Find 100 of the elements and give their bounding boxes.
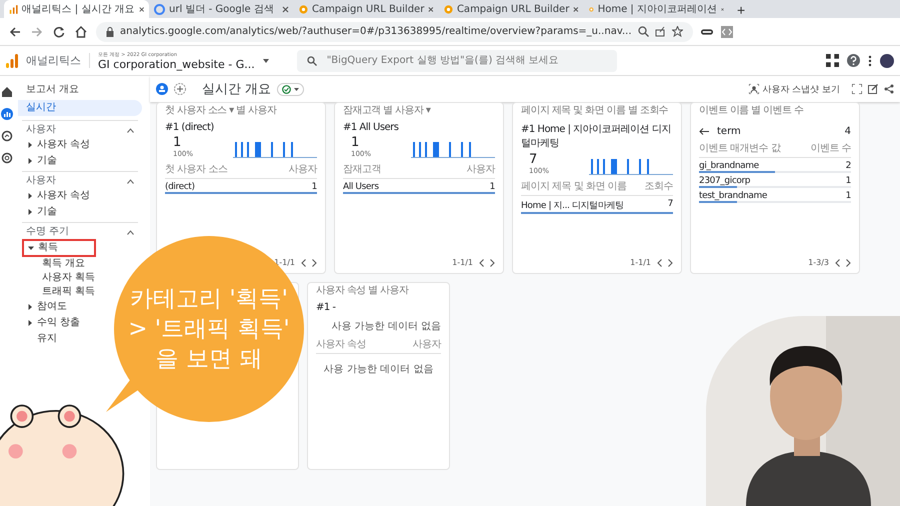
chevron-left-icon[interactable] [835,258,840,266]
triangle-icon [27,304,33,310]
add-icon[interactable] [174,83,186,95]
gauge-icon[interactable] [1,130,13,142]
empty-message: 사용 가능한 데이터 없음 [330,320,441,333]
table-cell: 1 [846,176,851,186]
section-header[interactable]: 수명 주기 [22,225,138,239]
help-icon[interactable] [847,54,860,67]
chevron-right-icon[interactable] [490,258,495,266]
column-header: 사용자 [288,163,317,176]
edit-icon[interactable] [868,84,878,94]
nav-item[interactable]: 수익 창출 [22,315,86,331]
metric-value: 7 [528,152,538,167]
caret-icon[interactable] [262,58,269,62]
table-cell: 1 [846,191,851,201]
metric-value: 1 [350,135,360,150]
close-icon[interactable] [573,6,579,12]
browser-tab[interactable]: Campaign URL Builder [439,0,584,18]
browser-tab[interactable]: url 빌더 - Google 검색 [149,0,294,18]
nav-item[interactable]: 보고서 개요 [18,82,142,98]
callout-text: 을 보면 돼 [156,345,262,374]
column-header: 조회수 [644,180,673,193]
top-item: #1 Home | 지아이코퍼레이션 디지털마케팅 [521,123,672,150]
dimension-name: term [717,126,741,137]
star-icon[interactable] [672,26,682,37]
column-header: 이벤트 매개변수 값 [699,142,780,155]
chevron-right-icon[interactable] [846,258,851,266]
card-title: 사용자 속성 별 사용자 [316,285,410,296]
card-title: 첫 사용자 소스 ▾ 별 사용자 [165,105,278,116]
nav-item[interactable]: 참여도 [22,299,72,315]
card-title: 잠재고객 별 사용자 ▾ [343,105,432,116]
close-icon[interactable] [721,6,724,12]
chevron-right-icon[interactable] [668,258,673,266]
back-arrow-icon[interactable] [699,128,709,135]
chevron-up-icon [127,230,134,234]
user-compare-icon[interactable] [156,83,168,95]
table-cell-text: Home | 지... 디지털마케팅 [521,200,624,212]
chevron-left-icon[interactable] [301,258,306,266]
close-icon[interactable] [428,6,434,12]
table-cell: 1 [490,182,495,192]
home-icon[interactable] [1,86,13,98]
close-icon[interactable] [138,6,144,12]
fullscreen-icon[interactable] [852,84,862,94]
section-header[interactable]: 사용자 [22,123,138,137]
close-icon[interactable] [282,6,289,12]
status-dropdown[interactable] [277,82,304,96]
triangle-icon [27,158,33,164]
browser-tab[interactable]: 애널리틱스 | 실시간 개요 [4,0,149,18]
code-icon[interactable] [720,26,732,38]
zoom-icon[interactable] [638,26,648,37]
user-scan-icon [749,84,760,94]
search-icon [306,56,317,66]
table-cell: test_brandname [699,191,768,201]
metric-value: 1 [172,135,182,150]
callout-text: 카테고리 '획득' [130,285,288,314]
home-icon[interactable] [74,24,88,38]
address-bar[interactable]: analytics.google.com/analytics/web/?authuser=0#/p313638995/realtime/overview?params=_u..nav... [96,22,692,42]
event-count: 4 [844,126,851,137]
back-icon[interactable] [8,24,22,38]
nav-item[interactable]: 획득 [22,239,96,257]
nav-subitem[interactable]: 획득 개요 [22,257,90,271]
bar-chart-icon [9,4,18,14]
browser-tab[interactable]: Campaign URL Builder [294,0,439,18]
chevron-right-icon[interactable] [312,258,317,266]
top-item: #1 - [316,302,337,313]
nav-item[interactable]: 사용자 속성 [22,137,96,153]
new-tab-button[interactable]: + [729,2,754,18]
more-icon[interactable] [868,54,872,66]
chevron-left-icon[interactable] [479,258,484,266]
nav-item[interactable]: 기술 [22,153,62,169]
bar-chart-icon[interactable] [1,108,13,120]
browser-tab[interactable]: Home | 지아이코퍼레이션 [584,0,729,18]
triangle-icon [27,320,33,326]
nav-item[interactable]: 기술 [22,204,62,220]
apps-grid-icon[interactable] [826,54,839,67]
page-title: 실시간 개요 [202,81,272,98]
callout-text: > '트래픽 획득' [128,315,290,344]
snapshot-button[interactable]: 사용자 스냅샷 보기 [743,82,846,96]
column-header: 이벤트 수 [810,142,851,155]
nav-subitem[interactable]: 사용자 획득 [22,271,100,285]
chevron-left-icon[interactable] [657,258,662,266]
page-count: 1-1/1 [630,258,651,267]
column-header: 사용자 [466,163,495,176]
triangle-icon [27,193,33,199]
nav-item[interactable]: 유지 [22,331,62,347]
nav-subitem[interactable]: 트래픽 획득 [22,285,100,299]
search-field[interactable]: "BigQuery Export 실행 방법"을(를) 검색해 보세요 [296,50,617,72]
reload-icon[interactable] [52,24,66,38]
table-cell: 1 [312,182,317,192]
nav-item[interactable]: 사용자 속성 [22,188,96,204]
avatar-icon[interactable] [880,54,894,68]
app-name: 애널리틱스 [26,53,90,68]
nav-item[interactable]: 실시간 [18,100,142,116]
column-header: 사용자 속성 [316,338,366,351]
section-header[interactable]: 사용자 [22,174,138,188]
property-selector[interactable]: GI corporation_website - G... [98,58,255,70]
target-icon[interactable] [1,152,13,164]
caret-icon [294,88,300,90]
chevron-up-icon [127,128,134,132]
chevron-up-icon [127,178,134,184]
